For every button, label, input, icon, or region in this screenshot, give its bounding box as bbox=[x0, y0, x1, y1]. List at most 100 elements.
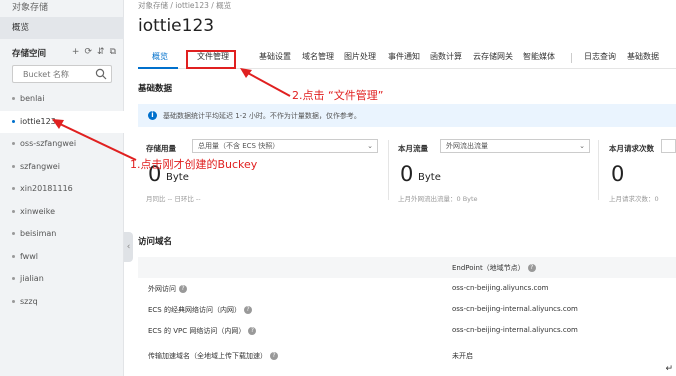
card-label: 存储用量 bbox=[146, 144, 176, 153]
step2-annotation: 2.点击 “文件管理” bbox=[292, 89, 384, 102]
row-label-text: ECS 的 VPC 网络访问（内网） bbox=[148, 327, 246, 335]
monthly-traffic-card: 本月流量 外网流出流量 ⌄ 0 Byte 上月外网流出流量：0 Byte bbox=[390, 136, 596, 206]
divider bbox=[598, 140, 599, 200]
page-title: iottie123 bbox=[138, 16, 215, 36]
bucket-name: benlai bbox=[20, 94, 45, 103]
table-row: 外网访问? oss-cn-beijing.aliyuncs.com bbox=[138, 278, 676, 299]
monthly-requests-card: 本月请求次数 0 上月请求次数：0 bbox=[601, 136, 676, 206]
table-row: ECS 的经典网络访问（内网）? oss-cn-beijing-internal… bbox=[138, 299, 676, 320]
chevron-down-icon: ⌄ bbox=[367, 142, 373, 150]
traffic-type-select[interactable]: 外网流出流量 ⌄ bbox=[440, 139, 590, 153]
tab-event-notification[interactable]: 事件通知 bbox=[388, 51, 420, 62]
tab-log-query[interactable]: 日志查询 bbox=[584, 51, 616, 62]
row-label-text: ECS 的经典网络访问（内网） bbox=[148, 306, 241, 314]
card-value: 0 bbox=[400, 162, 414, 186]
bucket-name: xin20181116 bbox=[20, 184, 73, 193]
table-row: 传输加速域名（全地域上传下载加速）? 未开启 bbox=[138, 345, 676, 366]
basic-data-title: 基础数据 bbox=[138, 84, 173, 94]
row-label-text: 传输加速域名（全地域上传下载加速） bbox=[148, 352, 267, 360]
bucket-name: szfangwei bbox=[20, 161, 60, 171]
request-type-select[interactable] bbox=[661, 139, 676, 153]
bucket-item-iottie123[interactable]: iottie123 bbox=[0, 110, 124, 133]
card-label: 本月流量 bbox=[398, 144, 428, 153]
tab-overview[interactable]: 概览 bbox=[152, 51, 168, 62]
bullet-icon bbox=[12, 209, 15, 213]
tab-storage-gateway[interactable]: 云存储网关 bbox=[473, 51, 513, 62]
bucket-name: szzq bbox=[20, 296, 38, 306]
bucket-name: iottie123 bbox=[20, 116, 56, 126]
question-icon[interactable]: ? bbox=[179, 285, 187, 293]
bucket-item-xin20181116[interactable]: xin20181116 bbox=[0, 178, 124, 201]
breadcrumb: 对象存储 / iottie123 / 概览 bbox=[138, 1, 232, 10]
tab-basic-data[interactable]: 基础数据 bbox=[627, 51, 659, 62]
bucket-name: jialian bbox=[20, 274, 44, 283]
bucket-item-benlai[interactable]: benlai bbox=[0, 88, 124, 111]
row-value: oss-cn-beijing-internal.aliyuncs.com bbox=[452, 305, 578, 313]
row-value: oss-cn-beijing.aliyuncs.com bbox=[452, 284, 549, 292]
chevron-left-icon[interactable]: ‹ bbox=[124, 232, 133, 262]
bucket-item-xinweike[interactable]: xinweike bbox=[0, 201, 124, 224]
row-label: ECS 的 VPC 网络访问（内网）? bbox=[148, 326, 257, 336]
row-label-text: 外网访问 bbox=[148, 285, 176, 293]
bullet-icon bbox=[12, 119, 15, 123]
search-icon[interactable] bbox=[95, 68, 107, 80]
expand-icon[interactable]: ⧉ bbox=[110, 47, 116, 57]
file-management-highlight bbox=[186, 50, 236, 69]
buckets-header: 存储空间 + ⟳ ⇵ ⧉ bbox=[12, 47, 116, 59]
table-row: ECS 的 VPC 网络访问（内网）? oss-cn-beijing-inter… bbox=[138, 320, 676, 341]
bucket-item-beisiman[interactable]: beisiman bbox=[0, 223, 124, 246]
row-label: 外网访问? bbox=[148, 284, 187, 294]
row-value: 未开启 bbox=[452, 352, 473, 360]
question-icon[interactable]: ? bbox=[248, 327, 257, 335]
tab-basic-settings[interactable]: 基础设置 bbox=[259, 51, 291, 62]
bucket-item-fwwl[interactable]: fwwl bbox=[0, 246, 124, 269]
bucket-item-jialian[interactable]: jialian bbox=[0, 268, 124, 291]
info-banner: i 基础数据统计平均延迟 1-2 小时。不作为计量数据，仅作参考。 bbox=[138, 104, 676, 127]
sidebar-item-overview[interactable]: 概览 bbox=[0, 17, 124, 39]
row-label: ECS 的经典网络访问（内网）? bbox=[148, 305, 252, 315]
bucket-item-szfangwei[interactable]: szfangwei bbox=[0, 156, 124, 179]
bullet-icon bbox=[12, 187, 15, 190]
tab-smart-media[interactable]: 智能媒体 bbox=[523, 51, 555, 62]
card-value: 0 bbox=[611, 162, 625, 186]
card-label: 本月请求次数 bbox=[609, 144, 654, 153]
tab-image-processing[interactable]: 图片处理 bbox=[344, 51, 376, 62]
bullet-icon bbox=[12, 299, 15, 303]
main-content: 对象存储 / iottie123 / 概览 iottie123 概览 文件管理 … bbox=[138, 0, 676, 376]
sidebar-title: 对象存储 bbox=[12, 3, 49, 13]
question-icon[interactable]: ? bbox=[243, 306, 252, 314]
select-value: 总用量（不含 ECS 快照） bbox=[198, 142, 280, 150]
row-value: oss-cn-beijing-internal.aliyuncs.com bbox=[452, 326, 578, 334]
add-bucket-icon[interactable]: + bbox=[72, 47, 80, 57]
card-sub: 上月外网流出流量：0 Byte bbox=[398, 195, 478, 203]
bucket-search bbox=[12, 65, 112, 83]
bullet-icon bbox=[12, 254, 15, 258]
divider bbox=[388, 140, 389, 200]
bucket-search-input[interactable] bbox=[13, 66, 91, 82]
tab-domain-management[interactable]: 域名管理 bbox=[302, 51, 334, 62]
chevron-down-icon: ⌄ bbox=[579, 142, 585, 150]
column-header: EndPoint（地域节点）? bbox=[452, 263, 536, 273]
step1-annotation: 1.点击刚才创建的Buckey bbox=[130, 158, 258, 171]
active-tab-indicator bbox=[138, 67, 178, 69]
question-icon[interactable]: ? bbox=[270, 352, 278, 360]
bullet-icon bbox=[12, 164, 15, 168]
return-icon: ↵ bbox=[665, 364, 673, 374]
column-header-text: EndPoint（地域节点） bbox=[452, 264, 525, 272]
sidebar: 对象存储 概览 存储空间 + ⟳ ⇵ ⧉ benlai iottie123 os… bbox=[0, 0, 124, 376]
buckets-label: 存储空间 bbox=[12, 49, 47, 59]
sort-icon[interactable]: ⇵ bbox=[97, 47, 105, 57]
question-icon[interactable]: ? bbox=[527, 264, 536, 272]
bucket-item-oss-szfangwei[interactable]: oss-szfangwei bbox=[0, 133, 124, 156]
bucket-name: beisiman bbox=[20, 229, 57, 238]
bucket-tools: + ⟳ ⇵ ⧉ bbox=[72, 47, 116, 57]
tab-function-compute[interactable]: 函数计算 bbox=[430, 51, 462, 62]
bucket-item-szzq[interactable]: szzq bbox=[0, 291, 124, 314]
card-sub: 月同比 -- 日环比 -- bbox=[146, 195, 201, 203]
bucket-name: fwwl bbox=[20, 251, 38, 261]
bucket-name: oss-szfangwei bbox=[20, 139, 77, 148]
bullet-icon bbox=[12, 277, 15, 280]
storage-type-select[interactable]: 总用量（不含 ECS 快照） ⌄ bbox=[192, 139, 378, 153]
card-unit: Byte bbox=[418, 172, 441, 183]
refresh-icon[interactable]: ⟳ bbox=[84, 47, 92, 57]
